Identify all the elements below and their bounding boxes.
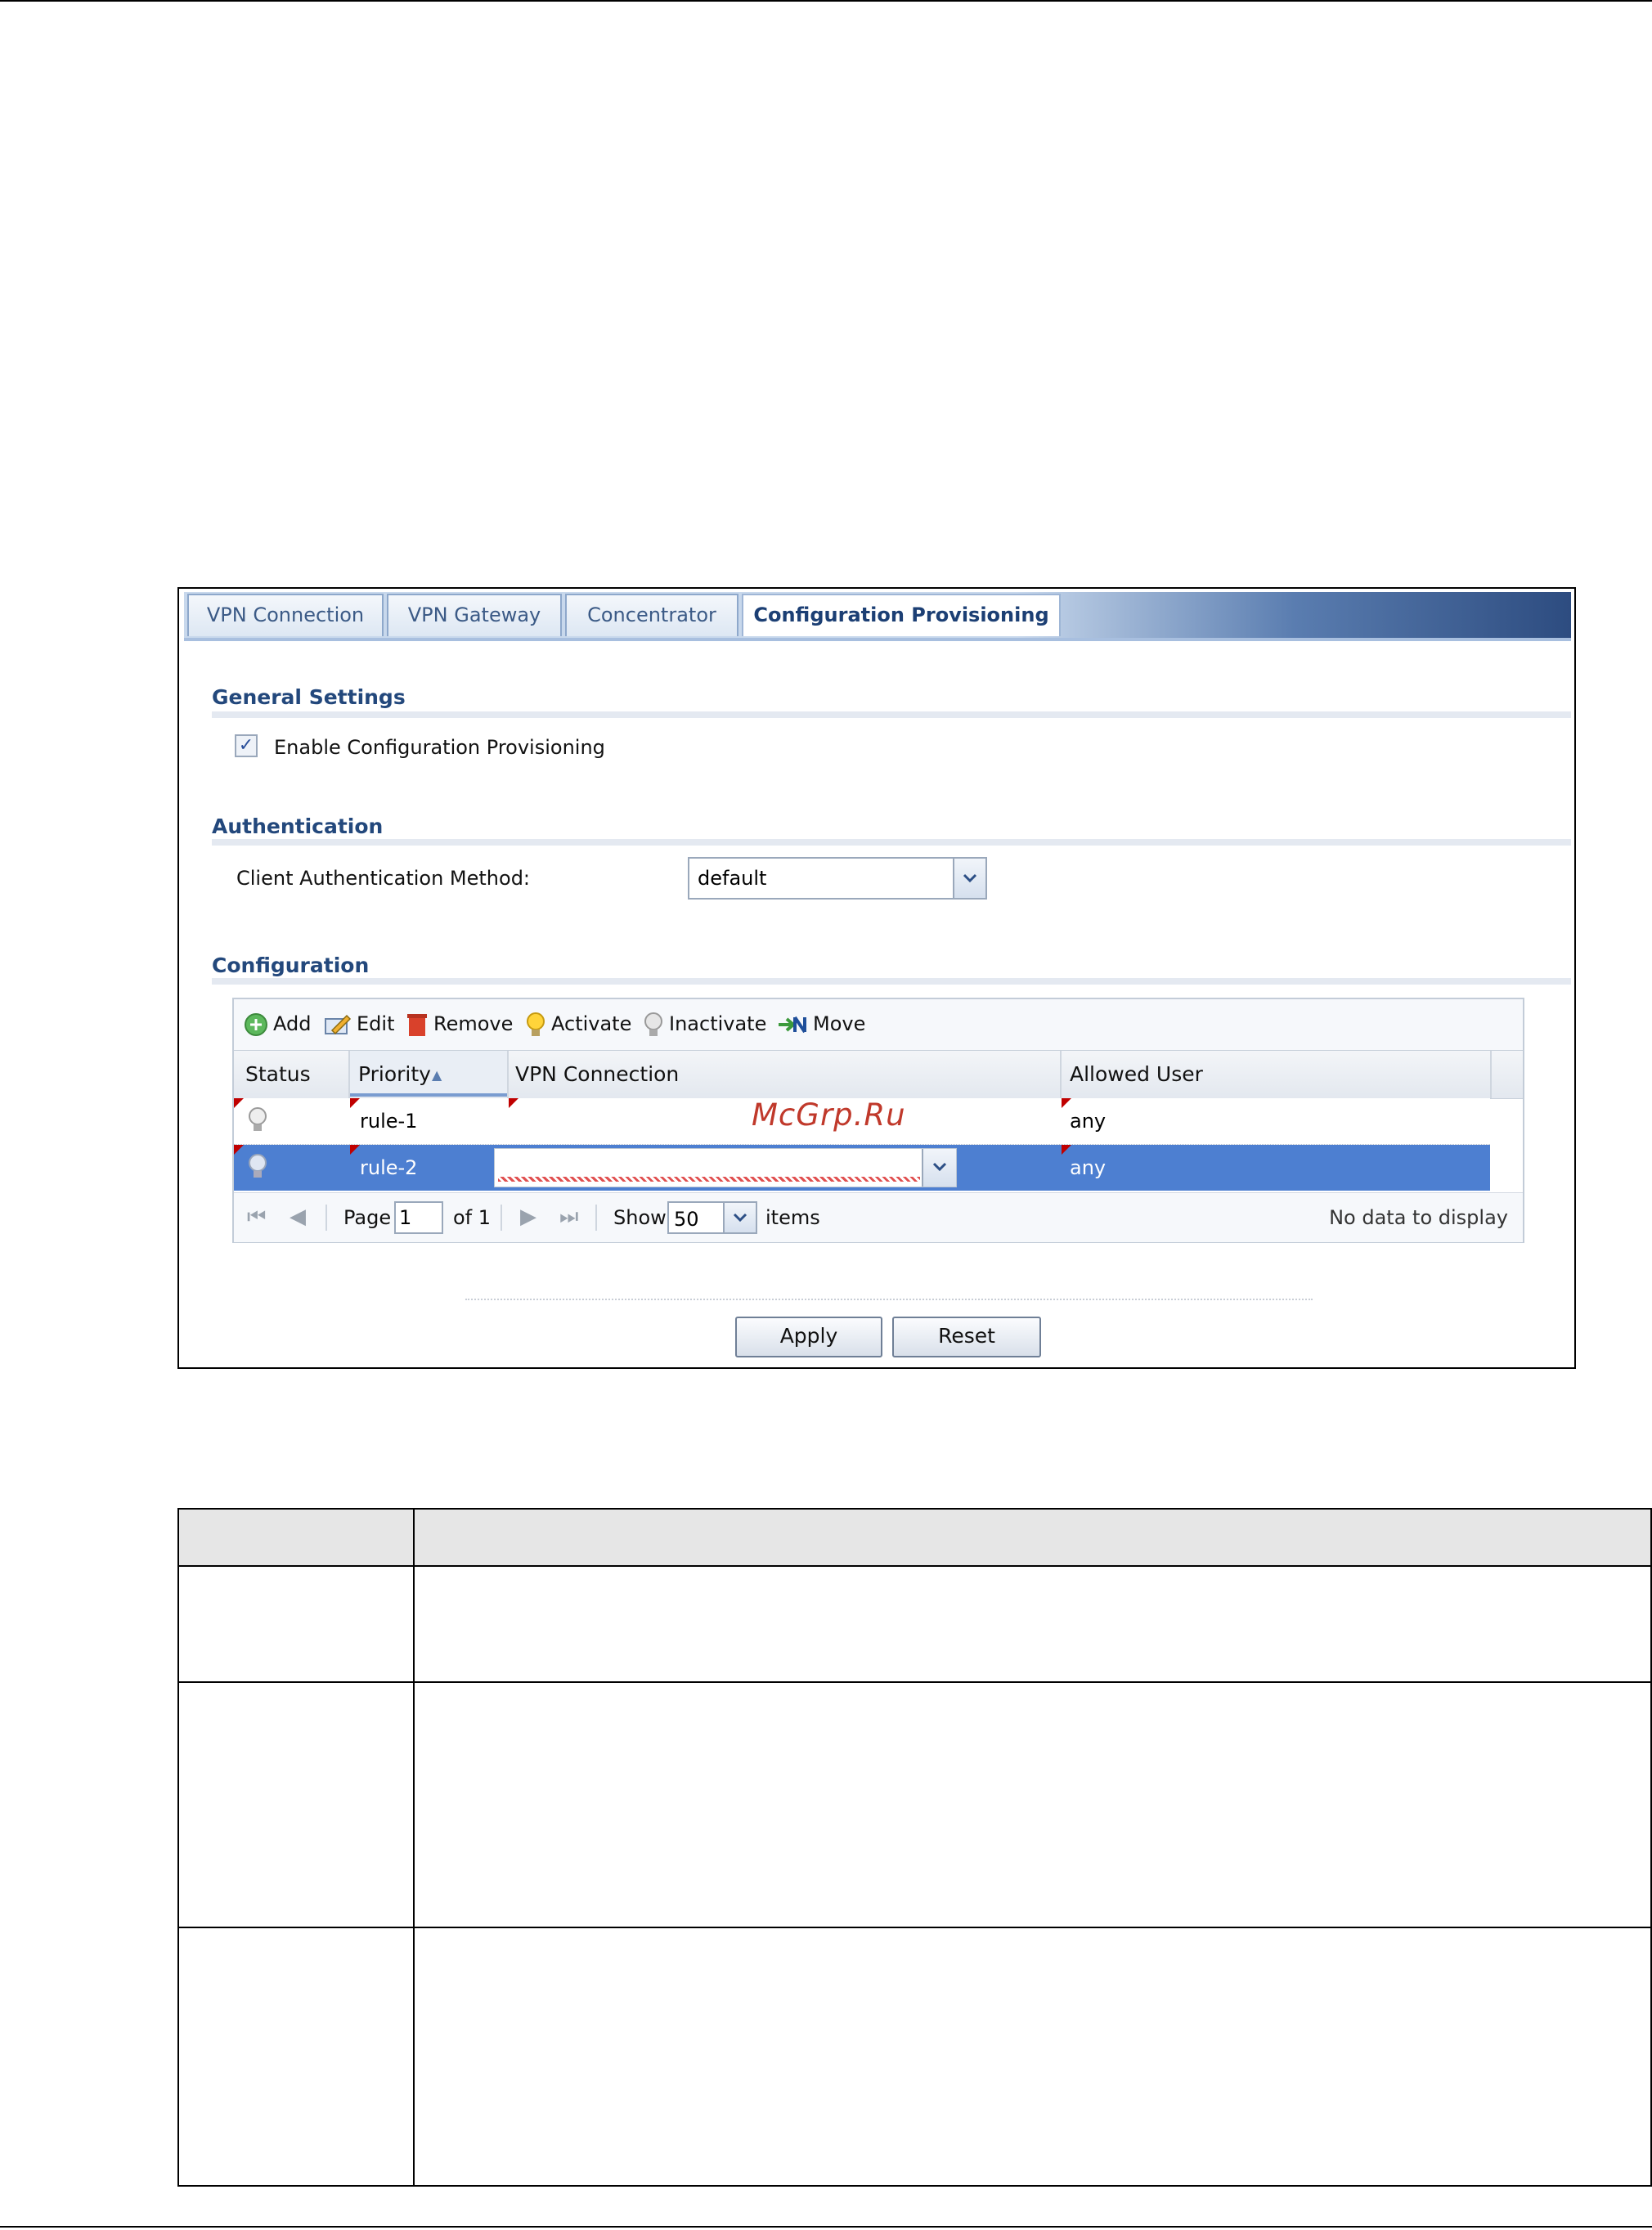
section-divider xyxy=(212,711,1571,718)
validation-underline xyxy=(498,1177,920,1182)
modified-flag xyxy=(509,1098,518,1108)
watermark-text: McGrp.Ru xyxy=(752,1097,906,1133)
pager-divider xyxy=(501,1205,502,1231)
modified-flag xyxy=(234,1145,244,1155)
pagination-bar: ⏮ ◀ Page 1 of 1 ▶ ⏭ Show 50 items No dat… xyxy=(234,1192,1523,1242)
move-label: Move xyxy=(813,1012,866,1035)
modified-flag xyxy=(350,1098,360,1108)
inactivate-label: Inactivate xyxy=(669,1012,767,1035)
auth-method-value: default xyxy=(698,867,767,890)
section-divider xyxy=(212,978,1571,985)
items-label: items xyxy=(765,1206,820,1229)
table-header: Status Priority ▲ VPN Connection Allowed… xyxy=(234,1050,1523,1099)
enable-provisioning-checkbox[interactable]: ✓ xyxy=(235,734,258,757)
page-number-input[interactable]: 1 xyxy=(394,1201,443,1234)
top-rule xyxy=(0,0,1652,2)
table-row xyxy=(177,1928,1652,2187)
column-divider[interactable] xyxy=(507,1051,509,1098)
add-icon xyxy=(245,1013,267,1036)
lightbulb-on-icon xyxy=(527,1012,545,1036)
tab-concentrator[interactable]: Concentrator xyxy=(565,594,738,636)
page-size-value: 50 xyxy=(674,1208,699,1231)
activate-button[interactable]: Activate xyxy=(525,1011,631,1037)
screenshot-panel: VPN Connection VPN Gateway Concentrator … xyxy=(177,587,1576,1369)
lightbulb-off-icon[interactable] xyxy=(247,1106,268,1139)
page-label: Page xyxy=(343,1206,392,1229)
bottom-rule xyxy=(0,2226,1652,2228)
tab-underline xyxy=(184,638,1571,641)
move-icon xyxy=(779,1016,806,1034)
modified-flag xyxy=(1062,1098,1071,1108)
prev-page-icon[interactable]: ◀ xyxy=(290,1205,306,1229)
edit-icon xyxy=(325,1014,352,1035)
lightbulb-off-icon[interactable] xyxy=(247,1153,268,1186)
general-settings-title: General Settings xyxy=(212,685,406,709)
remove-button[interactable]: Remove xyxy=(406,1011,513,1037)
sort-ascending-icon: ▲ xyxy=(432,1067,442,1083)
column-divider xyxy=(413,1683,415,1927)
col-priority-header[interactable]: Priority xyxy=(358,1062,431,1086)
apply-button[interactable]: Apply xyxy=(735,1317,882,1357)
priority-cell: rule-1 xyxy=(360,1110,418,1133)
vpn-connection-select[interactable] xyxy=(494,1148,957,1187)
pager-divider xyxy=(595,1205,597,1231)
column-divider[interactable] xyxy=(1060,1051,1062,1098)
first-page-icon[interactable]: ⏮ xyxy=(247,1205,266,1230)
modified-flag xyxy=(350,1145,360,1155)
add-label: Add xyxy=(273,1012,312,1035)
configuration-title: Configuration xyxy=(212,953,370,977)
show-label: Show xyxy=(613,1206,667,1229)
last-page-icon[interactable]: ⏭ xyxy=(559,1205,578,1230)
reset-button[interactable]: Reset xyxy=(892,1317,1041,1357)
lightbulb-off-icon xyxy=(644,1012,662,1036)
modified-flag xyxy=(1062,1145,1071,1155)
chevron-down-icon[interactable] xyxy=(723,1203,756,1232)
col-vpn-connection-header[interactable]: VPN Connection xyxy=(515,1062,679,1086)
column-divider[interactable] xyxy=(348,1051,350,1098)
move-button[interactable]: Move xyxy=(777,1011,865,1037)
column-divider xyxy=(413,1928,415,2185)
tab-configuration-provisioning[interactable]: Configuration Provisioning xyxy=(742,594,1061,636)
inactivate-button[interactable]: Inactivate xyxy=(643,1011,766,1037)
col-status-header[interactable]: Status xyxy=(245,1062,311,1086)
description-table xyxy=(177,1508,1652,2187)
chevron-down-icon[interactable] xyxy=(953,859,985,898)
column-divider[interactable] xyxy=(1490,1051,1492,1098)
table-header xyxy=(177,1508,1652,1567)
button-divider xyxy=(465,1299,1313,1300)
modified-flag xyxy=(234,1098,244,1108)
tab-vpn-connection[interactable]: VPN Connection xyxy=(187,594,384,636)
column-divider xyxy=(413,1567,415,1681)
trash-icon xyxy=(407,1014,427,1036)
table-row xyxy=(177,1683,1652,1928)
add-button[interactable]: Add xyxy=(244,1011,311,1037)
table-row-selected[interactable]: rule-2 any xyxy=(234,1145,1490,1191)
next-page-icon[interactable]: ▶ xyxy=(520,1205,536,1229)
authentication-title: Authentication xyxy=(212,814,384,838)
activate-label: Activate xyxy=(551,1012,632,1035)
tab-vpn-gateway[interactable]: VPN Gateway xyxy=(387,594,562,636)
section-divider xyxy=(212,839,1571,846)
col-allowed-user-header[interactable]: Allowed User xyxy=(1070,1062,1203,1086)
enable-provisioning-label: Enable Configuration Provisioning xyxy=(274,736,605,759)
column-divider xyxy=(413,1510,415,1565)
empty-message: No data to display xyxy=(1329,1206,1508,1229)
pager-divider xyxy=(325,1205,327,1231)
edit-label: Edit xyxy=(357,1012,395,1035)
remove-label: Remove xyxy=(433,1012,514,1035)
table-row xyxy=(177,1567,1652,1683)
table-toolbar: Add Edit Remove Activate Inactivate Move xyxy=(234,999,1523,1050)
auth-method-label: Client Authentication Method: xyxy=(236,867,531,890)
chevron-down-icon[interactable] xyxy=(922,1149,956,1187)
priority-cell: rule-2 xyxy=(360,1156,418,1179)
page-count-label: of 1 xyxy=(453,1206,492,1229)
allowed-user-cell: any xyxy=(1070,1110,1107,1133)
tab-bar: VPN Connection VPN Gateway Concentrator … xyxy=(184,592,1571,638)
auth-method-select[interactable]: default xyxy=(688,857,987,900)
allowed-user-cell: any xyxy=(1070,1156,1107,1179)
edit-button[interactable]: Edit xyxy=(324,1011,394,1037)
page-size-select[interactable]: 50 xyxy=(667,1201,757,1234)
